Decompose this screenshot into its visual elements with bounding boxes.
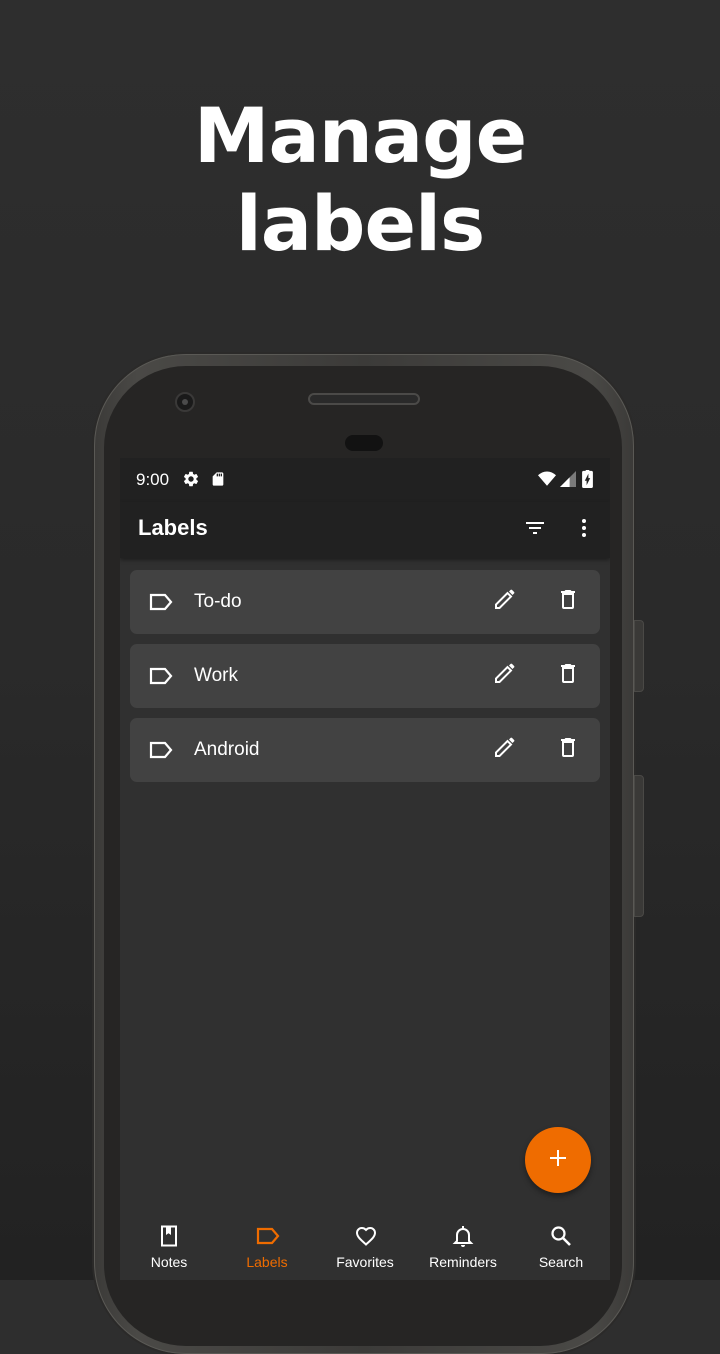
trash-icon [556, 588, 580, 617]
search-icon [549, 1224, 573, 1253]
pencil-icon [492, 588, 516, 617]
nav-item-labels[interactable]: Labels [218, 1210, 316, 1280]
trash-icon [556, 662, 580, 691]
headline-line-2: labels [235, 179, 486, 268]
headline: Manage labels [0, 92, 720, 268]
nav-item-reminders[interactable]: Reminders [414, 1210, 512, 1280]
delete-label-button[interactable] [548, 656, 588, 696]
nav-label: Search [538, 1254, 584, 1270]
status-bar: 9:00 [120, 458, 610, 502]
phone-volume-button [634, 775, 644, 917]
edit-label-button[interactable] [484, 582, 524, 622]
more-vert-icon [572, 516, 596, 545]
edit-label-button[interactable] [484, 730, 524, 770]
trash-icon [556, 736, 580, 765]
delete-label-button[interactable] [548, 582, 588, 622]
filter-icon [523, 516, 547, 545]
nav-item-notes[interactable]: Notes [120, 1210, 218, 1280]
label-tag-icon [148, 738, 174, 767]
label-list: To-do Work Android [130, 570, 600, 792]
wifi-icon [538, 471, 556, 492]
nav-label: Reminders [429, 1254, 497, 1270]
page-title: Labels [138, 515, 208, 540]
cell-signal-icon [560, 471, 576, 492]
nav-label: Labels [246, 1254, 288, 1270]
label-name: Android [194, 739, 260, 760]
battery-charging-icon [582, 470, 593, 493]
label-tag-icon [148, 664, 174, 693]
label-tag-icon [255, 1224, 281, 1253]
label-name: To-do [194, 591, 242, 612]
heart-icon [353, 1224, 379, 1253]
pencil-icon [492, 736, 516, 765]
label-item[interactable]: To-do [130, 570, 600, 634]
nav-item-favorites[interactable]: Favorites [316, 1210, 414, 1280]
nav-label: Favorites [336, 1254, 394, 1270]
filter-button[interactable] [515, 510, 555, 550]
delete-label-button[interactable] [548, 730, 588, 770]
add-label-fab[interactable] [525, 1127, 591, 1193]
plus-icon [546, 1146, 570, 1175]
pencil-icon [492, 662, 516, 691]
app-bar: Labels [120, 502, 610, 558]
bottom-navigation: Notes Labels Favorites Reminders Search [120, 1210, 610, 1280]
status-time: 9:00 [136, 470, 170, 489]
bell-icon [451, 1224, 475, 1253]
bookmark-book-icon [157, 1224, 181, 1253]
proximity-sensor [345, 435, 383, 451]
more-options-button[interactable] [564, 510, 604, 550]
phone-screen: 9:00 Labels To-do Work Android Notes Lab… [120, 458, 610, 1280]
edit-label-button[interactable] [484, 656, 524, 696]
label-item[interactable]: Android [130, 718, 600, 782]
label-item[interactable]: Work [130, 644, 600, 708]
nav-label: Notes [150, 1254, 188, 1270]
phone-power-button [634, 620, 644, 692]
earpiece-speaker [308, 393, 420, 405]
nav-item-search[interactable]: Search [512, 1210, 610, 1280]
headline-line-1: Manage [193, 91, 527, 180]
label-name: Work [194, 665, 238, 686]
label-tag-icon [148, 590, 174, 619]
sd-card-icon [210, 470, 226, 493]
front-camera [175, 392, 195, 412]
settings-icon [182, 470, 200, 493]
